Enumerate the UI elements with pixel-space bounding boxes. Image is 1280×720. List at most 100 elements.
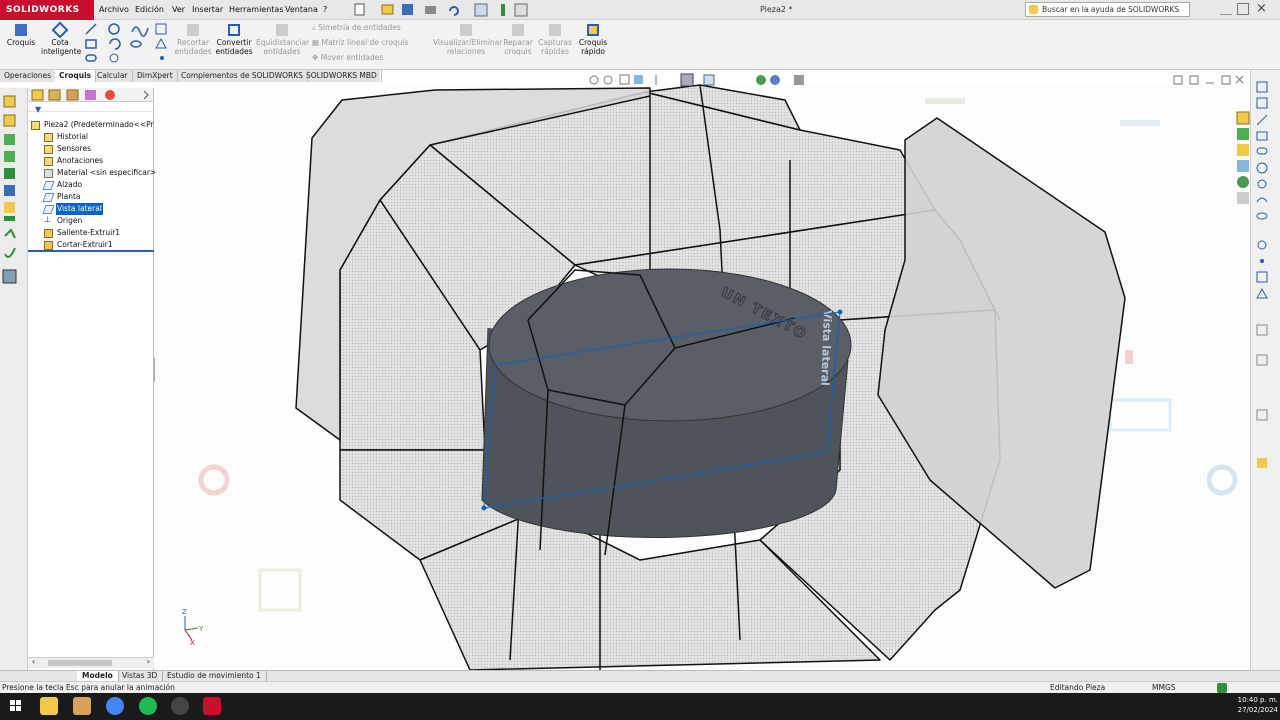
simetria-label: Simetría de entidades [318, 23, 401, 32]
convertir-label-1: Convertir [216, 38, 252, 47]
spotify-icon[interactable] [139, 697, 157, 715]
rapido-label-1: Croquis [578, 38, 608, 47]
document-title: Pieza2 * [760, 5, 793, 14]
dimension-icon [51, 21, 69, 39]
tree-tab-bar [28, 88, 153, 102]
heads-up-view-toolbar[interactable] [586, 73, 816, 87]
tree-item-vista-lateral[interactable]: Vista lateral [56, 203, 103, 215]
quick-access-toolbar [335, 3, 550, 17]
menu-edicion[interactable]: Edición [135, 0, 164, 20]
smart-dimension-button[interactable]: Cota inteligente [41, 21, 82, 56]
sketch-entities-grid[interactable] [84, 22, 170, 66]
task-pane-tabs[interactable] [1236, 110, 1250, 206]
viewport-window-controls[interactable] [1172, 74, 1247, 86]
part-icon [31, 121, 40, 130]
menu-help[interactable]: ? [323, 0, 327, 20]
convert-icon [228, 24, 240, 36]
tree-item-alzado[interactable]: Alzado [57, 179, 82, 191]
windows-start-icon[interactable] [10, 700, 22, 712]
model-view[interactable]: UN TEXTO Vista lateral Z Y X [155, 84, 1250, 670]
coordinate-triad: Z Y X [182, 608, 204, 647]
tree-scrollbar[interactable]: ‹ › [28, 657, 154, 668]
tab-operaciones[interactable]: Operaciones [0, 70, 57, 82]
graphics-area[interactable]: UN TEXTO Vista lateral Z Y X [155, 84, 1250, 670]
menu-ver[interactable]: Ver [172, 0, 185, 20]
minimize-icon[interactable] [1220, 3, 1232, 15]
rapid-sketch-icon [587, 24, 599, 36]
axis-y-label: Y [198, 625, 204, 633]
sketch-tools-strip [0, 88, 28, 678]
solidworks-logo[interactable]: SOLIDWORKS [0, 0, 94, 20]
plane-label: Vista lateral [818, 310, 834, 386]
tree-item-planta[interactable]: Planta [57, 191, 81, 203]
menu-archivo[interactable]: Archivo [99, 0, 129, 20]
menu-insertar[interactable]: Insertar [192, 0, 223, 20]
tree-item-anotaciones[interactable]: Anotaciones [57, 155, 103, 167]
tab-complementos[interactable]: Complementos de SOLIDWORKS [177, 70, 308, 82]
origin-icon: ⊥ [44, 215, 51, 224]
right-tools-icons[interactable] [1251, 70, 1280, 470]
cota-label-1: Cota [51, 38, 69, 47]
tree-item-sensores[interactable]: Sensores [57, 143, 91, 155]
convertir-label-2: entidades [215, 47, 253, 56]
quick-access-icons[interactable] [335, 3, 550, 17]
offset-entities-button[interactable]: Equidistanciar entidades [256, 24, 309, 56]
close-icon[interactable]: × [1256, 1, 1267, 17]
tree-item-origen[interactable]: Origen [57, 215, 82, 227]
solidworks-taskbar-icon[interactable] [203, 697, 221, 715]
tab-dimxpert[interactable]: DimXpert [133, 70, 178, 82]
file-explorer-icon[interactable] [40, 697, 58, 715]
trim-entities-button[interactable]: Recortar entidades [173, 24, 213, 56]
help-search-input[interactable]: Buscar en la ayuda de SOLIDWORKS [1025, 2, 1190, 17]
cota-label-2: inteligente [41, 47, 82, 56]
scroll-thumb[interactable] [48, 660, 112, 666]
equidistanciar-label-2: entidades [263, 47, 301, 56]
tab-mbd[interactable]: SOLIDWORKS MBD [302, 70, 382, 82]
tree-filter[interactable]: ▼ [28, 102, 153, 114]
rapid-sketch-button[interactable]: Croquis rápido [576, 24, 610, 56]
repair-sketch-button[interactable]: Reparar croquis [502, 24, 534, 56]
tree-tab-icons[interactable] [28, 88, 154, 102]
clock-time: 10:40 p. m. [1237, 696, 1278, 704]
tree-root[interactable]: Pieza2 (Predeterminado<<Pred [44, 119, 154, 131]
taskbar-clock[interactable]: 10:40 p. m. 27/02/2024 [1230, 695, 1278, 715]
capturas-label-2: rápidas [541, 47, 569, 56]
move-entities-button[interactable]: ✥ Mover entidades [312, 53, 427, 63]
tab-modelo[interactable]: Modelo [77, 671, 119, 681]
linear-pattern-button[interactable]: ▦ Matriz lineal de croquis [312, 38, 427, 48]
maximize-icon[interactable] [1237, 3, 1249, 15]
relations-button[interactable]: Visualizar/Eliminar relaciones [433, 24, 502, 56]
material-icon [44, 169, 53, 178]
menu-ventana[interactable]: Ventana [285, 0, 318, 20]
quick-snaps-button[interactable]: Capturas rápidas [537, 24, 573, 56]
matriz-label: Matriz lineal de croquis [321, 38, 409, 47]
croquis-label: Croquis [6, 38, 36, 47]
annotations-icon [44, 157, 53, 166]
tab-vistas-3d[interactable]: Vistas 3D [117, 671, 164, 681]
scroll-left-icon[interactable]: ‹ [32, 657, 35, 666]
rollback-bar[interactable] [28, 250, 154, 252]
cylinder-body[interactable]: UN TEXTO Vista lateral [481, 268, 852, 556]
scroll-right-icon[interactable]: › [147, 657, 150, 666]
recortar-label-2: entidades [174, 47, 212, 56]
tab-croquis[interactable]: Croquis [55, 70, 97, 82]
tab-calcular[interactable]: Calcular [93, 70, 133, 82]
sketch-tools-icons[interactable] [0, 88, 28, 288]
help-search-placeholder: Buscar en la ayuda de SOLIDWORKS [1042, 5, 1180, 14]
tab-estudio-movimiento[interactable]: Estudio de movimiento 1 [162, 671, 267, 681]
visualizar-label-2: relaciones [446, 47, 486, 56]
axis-x-label: X [190, 639, 195, 647]
croquis-button[interactable]: Croquis [6, 24, 36, 47]
app-icon[interactable] [73, 697, 91, 715]
rapido-label-2: rápido [581, 47, 605, 56]
history-icon [44, 133, 53, 142]
menu-herramientas[interactable]: Herramientas [229, 0, 284, 20]
chrome-icon[interactable] [106, 697, 124, 715]
help-icon[interactable] [1217, 683, 1227, 693]
tree-item-historial[interactable]: Historial [57, 131, 88, 143]
media-icon[interactable] [171, 697, 189, 715]
tree-item-material[interactable]: Material <sin especificar> [57, 167, 156, 179]
tree-item-saliente[interactable]: Saliente-Extruir1 [57, 227, 120, 239]
mirror-entities-button[interactable]: ▵ Simetría de entidades [312, 23, 427, 33]
convert-entities-button[interactable]: Convertir entidades [215, 24, 253, 56]
